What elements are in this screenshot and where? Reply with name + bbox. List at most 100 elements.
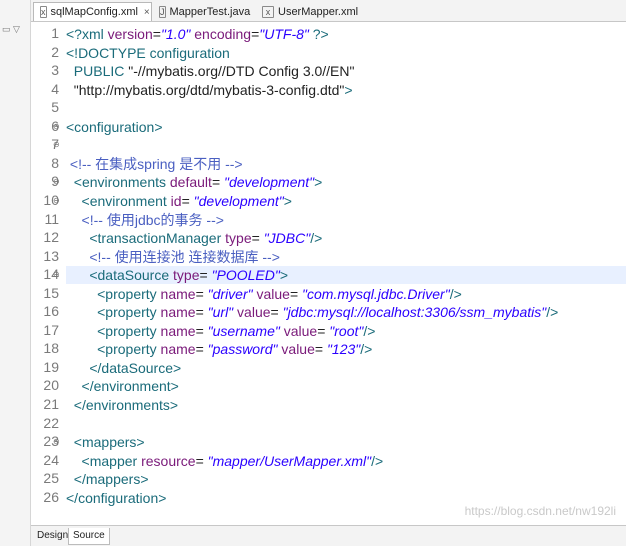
code-token: version — [107, 26, 153, 42]
code-token: <?xml — [66, 26, 108, 42]
code-line[interactable]: </dataSource> — [66, 359, 626, 377]
code-token: "123" — [326, 341, 361, 358]
code-token: /> — [371, 452, 384, 469]
code-token: /> — [360, 341, 373, 358]
code-line[interactable]: <environments default= "development"> — [66, 173, 626, 191]
fold-toggle-icon[interactable]: ⊖ — [53, 177, 60, 186]
code-token: /> — [546, 304, 559, 321]
watermark-text: https://blog.csdn.net/nw192li — [464, 504, 616, 518]
code-line[interactable]: <dataSource type= "POOLED"> — [66, 266, 626, 285]
code-token: "mapper/UserMapper.xml" — [207, 452, 372, 469]
code-line[interactable]: </mappers> — [66, 470, 626, 488]
code-token: > — [283, 192, 292, 209]
code-line[interactable]: <environment id= "development"> — [66, 192, 626, 210]
code-token: <!-- 使用jdbc的事务 --> — [66, 211, 224, 228]
code-token: "development" — [193, 192, 284, 209]
code-line[interactable]: <property name= "password" value= "123"/… — [66, 340, 626, 358]
code-line[interactable]: </environment> — [66, 377, 626, 395]
tab-design[interactable]: Design — [33, 528, 72, 544]
close-icon[interactable]: × — [144, 7, 150, 18]
code-line[interactable]: <property name= "username" value= "root"… — [66, 322, 626, 340]
code-line[interactable]: "http://mybatis.org/dtd/mybatis-3-config… — [66, 81, 626, 99]
code-line[interactable]: <transactionManager type= "JDBC"/> — [66, 229, 626, 247]
xml-file-icon: x — [40, 6, 47, 18]
tab-source[interactable]: Source — [68, 528, 110, 545]
fold-toggle-icon[interactable]: ⊖ — [53, 270, 60, 279]
code-line[interactable]: PUBLIC "-//mybatis.org//DTD Config 3.0//… — [66, 62, 626, 80]
code-line[interactable]: <!-- 在集成spring 是不用 --> — [66, 155, 626, 173]
code-token: <!DOCTYPE configuration — [66, 44, 230, 61]
line-number-gutter: 1 2 3 4 5 6 ⊖ 7 ⊖ 8 9 ⊖ 10 ⊖ 11 12 13 14 ⊖ 15 16 17 18 19 20 21 22… — [31, 22, 65, 526]
line-number: 2 — [51, 43, 59, 60]
xml-source-editor[interactable]: 1 2 3 4 5 6 ⊖ 7 ⊖ 8 9 ⊖ 10 ⊖ 11 12 13 14 ⊖ 15 16 17 18 19 20 21 22… — [31, 22, 626, 526]
code-line[interactable]: <mapper resource= "mapper/UserMapper.xml… — [66, 452, 626, 470]
code-token: default — [169, 174, 212, 191]
code-token: value — [256, 285, 290, 302]
line-number: 21 — [43, 396, 59, 412]
code-token: /> — [449, 285, 462, 302]
code-token: <property — [66, 285, 161, 302]
line-number: 5 — [51, 99, 59, 116]
code-token: > — [279, 267, 289, 284]
line-number: 11 — [44, 210, 59, 227]
line-number: 20 — [43, 377, 59, 394]
code-line[interactable]: <configuration> — [66, 118, 626, 136]
code-token: <property — [66, 322, 161, 339]
code-token: <!-- 使用连接池 连接数据库 --> — [66, 248, 280, 265]
code-token: = — [317, 322, 330, 339]
code-token: = — [195, 452, 208, 469]
code-token: "1.0" — [160, 26, 191, 42]
fold-toggle-icon[interactable]: ⊖ — [53, 140, 60, 149]
code-token: PUBLIC — [66, 63, 129, 80]
fold-toggle-icon[interactable]: ⊖ — [53, 122, 60, 131]
code-line[interactable] — [66, 415, 626, 433]
code-line[interactable]: <property name= "url" value= "jdbc:mysql… — [66, 303, 626, 321]
code-line[interactable] — [66, 99, 626, 117]
code-token: "POOLED" — [211, 267, 280, 284]
code-line[interactable]: <!DOCTYPE configuration — [66, 44, 626, 62]
code-token: type — [225, 230, 252, 247]
code-token: /> — [363, 322, 376, 339]
code-line[interactable]: <mappers> — [66, 433, 626, 451]
tab-usermapper[interactable]: x UserMapper.xml — [256, 2, 366, 21]
xml-file-icon: x — [262, 5, 274, 18]
line-number: 17 — [43, 321, 59, 338]
fold-toggle-icon[interactable]: ⊖ — [53, 196, 60, 205]
code-token: </environments> — [66, 397, 179, 413]
code-token: </configuration> — [66, 489, 167, 506]
tab-label: MapperTest.java — [169, 5, 251, 18]
code-line[interactable]: <!-- 使用jdbc的事务 --> — [66, 211, 626, 229]
code-token: = — [199, 267, 212, 284]
code-token: <configuration> — [66, 118, 163, 135]
line-number: 19 — [43, 358, 59, 375]
code-token: </mappers> — [66, 471, 149, 488]
code-token: <environments — [66, 174, 170, 191]
code-token: <mappers> — [66, 434, 145, 451]
code-token: = — [251, 230, 264, 247]
left-side-panel: ▭ ▽ — [0, 0, 31, 546]
collapse-icons[interactable]: ▭ ▽ — [2, 24, 20, 35]
line-number: 22 — [43, 414, 59, 431]
code-area[interactable]: <?xml version="1.0" encoding="UTF-8" ?> <… — [66, 22, 626, 526]
code-token: = — [181, 192, 194, 209]
tab-mappertest[interactable]: J MapperTest.java — [153, 2, 256, 21]
code-token: resource — [141, 452, 196, 469]
code-token: <property — [66, 304, 161, 321]
code-line[interactable]: <!-- 使用连接池 连接数据库 --> — [66, 248, 626, 266]
code-line[interactable]: <property name= "driver" value= "com.mys… — [66, 285, 626, 303]
code-token: = — [211, 174, 225, 191]
code-token: "username" — [207, 322, 280, 339]
tab-sqlmapconfig[interactable]: x sqlMapConfig.xml × — [33, 2, 152, 21]
code-token: "JDBC" — [263, 230, 311, 247]
code-line[interactable]: <?xml version="1.0" encoding="UTF-8" ?> — [66, 25, 626, 43]
line-number: 25 — [43, 470, 59, 487]
code-line[interactable] — [66, 136, 626, 154]
code-token: name — [160, 304, 196, 321]
fold-toggle-icon[interactable]: ⊖ — [53, 437, 60, 446]
code-token: > — [314, 174, 323, 191]
code-line[interactable]: </environments> — [66, 396, 626, 414]
code-token: "development" — [224, 174, 315, 191]
code-token: <dataSource — [66, 267, 174, 284]
code-token: </dataSource> — [66, 359, 182, 376]
line-number: 24 — [43, 451, 59, 468]
